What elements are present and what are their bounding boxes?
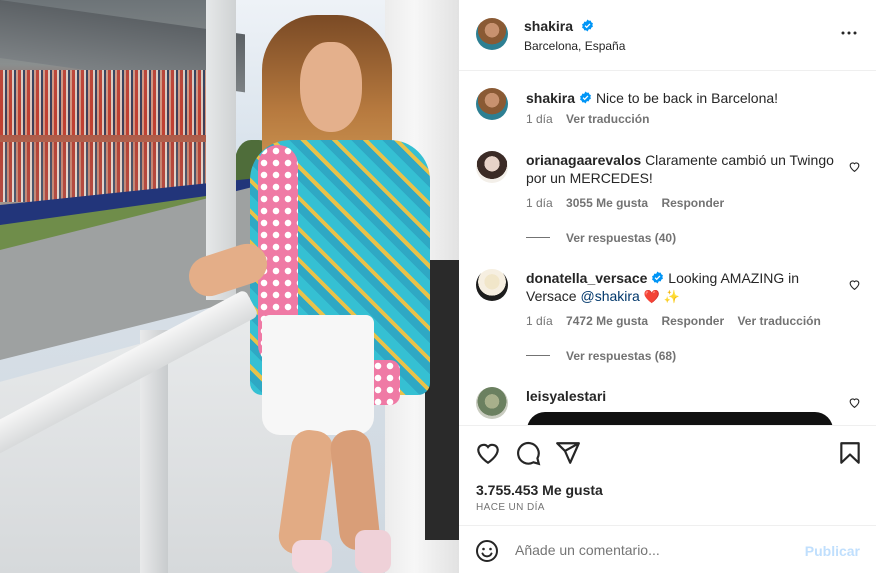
verified-badge-icon bbox=[580, 91, 591, 104]
replies-divider bbox=[526, 355, 550, 356]
timestamp[interactable]: 1 día bbox=[526, 196, 553, 210]
header-user: shakira bbox=[524, 18, 594, 34]
caption-text: Nice to be back in Barcelona! bbox=[595, 90, 779, 106]
comment-composer: Publicar bbox=[459, 525, 876, 573]
like-comment-icon[interactable] bbox=[848, 278, 861, 291]
comment-text-line: leisyalestari bbox=[526, 387, 842, 405]
timestamp[interactable]: 1 día bbox=[526, 314, 553, 328]
post-actions: 3.755.453 Me gusta HACE UN DÍA bbox=[459, 425, 876, 525]
comment-input[interactable] bbox=[515, 542, 775, 558]
caption-text-line: shakira Nice to be back in Barcelona! bbox=[526, 89, 842, 107]
avatar[interactable] bbox=[476, 269, 508, 301]
like-comment-icon[interactable] bbox=[848, 396, 861, 409]
reply-button[interactable]: Responder bbox=[661, 314, 724, 328]
mention-link[interactable]: @shakira bbox=[580, 288, 639, 304]
crowd-upper bbox=[0, 70, 210, 135]
like-comment-icon[interactable] bbox=[848, 160, 861, 173]
likes-count[interactable]: 3.755.453 Me gusta bbox=[476, 482, 603, 498]
comments-list[interactable]: shakira Nice to be back in Barcelona! 1 … bbox=[459, 71, 876, 425]
avatar[interactable] bbox=[476, 18, 508, 50]
post-panel: shakira Barcelona, España shakira Nice t… bbox=[459, 0, 876, 573]
person-face bbox=[300, 42, 362, 132]
share-icon[interactable] bbox=[555, 440, 581, 466]
username-link[interactable]: orianagaarevalos bbox=[526, 152, 641, 168]
like-icon[interactable] bbox=[475, 440, 501, 466]
post-header: shakira Barcelona, España bbox=[459, 0, 876, 71]
avatar[interactable] bbox=[476, 387, 508, 419]
timestamp[interactable]: 1 día bbox=[526, 112, 553, 126]
comment-icon[interactable] bbox=[515, 440, 541, 466]
person-skirt bbox=[262, 315, 374, 435]
person-shoe bbox=[355, 530, 391, 573]
comment-meta: 1 día 3055 Me gusta Responder bbox=[526, 196, 734, 210]
emoji-picker-icon[interactable] bbox=[475, 539, 499, 563]
person-shoe bbox=[292, 540, 332, 573]
post-timestamp[interactable]: HACE UN DÍA bbox=[476, 502, 545, 513]
likes-count[interactable]: 7472 Me gusta bbox=[566, 314, 648, 328]
avatar[interactable] bbox=[476, 88, 508, 120]
view-replies-button[interactable]: Ver respuestas (68) bbox=[526, 349, 676, 363]
emoji: ❤️ ✨ bbox=[643, 289, 680, 304]
reply-button[interactable]: Responder bbox=[661, 196, 724, 210]
post-comment-button[interactable]: Publicar bbox=[805, 543, 860, 559]
view-replies-label: Ver respuestas (40) bbox=[566, 231, 677, 245]
verified-badge-icon bbox=[652, 271, 664, 284]
view-replies-label: Ver respuestas (68) bbox=[566, 349, 677, 363]
username-link[interactable]: leisyalestari bbox=[526, 388, 606, 404]
comment-meta: 1 día 7472 Me gusta Responder Ver traduc… bbox=[526, 314, 831, 328]
location-link[interactable]: Barcelona, España bbox=[524, 39, 625, 53]
username-link[interactable]: shakira bbox=[524, 18, 573, 34]
view-replies-button[interactable]: Ver respuestas (40) bbox=[526, 231, 676, 245]
username-link[interactable]: donatella_versace bbox=[526, 270, 647, 286]
avatar[interactable] bbox=[476, 151, 508, 183]
translate-link[interactable]: Ver traducción bbox=[566, 112, 649, 126]
verified-badge-icon bbox=[582, 19, 593, 32]
username-link[interactable]: shakira bbox=[526, 90, 575, 106]
more-horizontal-icon bbox=[841, 31, 857, 35]
caption-meta: 1 día Ver traducción bbox=[526, 112, 659, 126]
post-image[interactable] bbox=[0, 0, 459, 573]
translate-link[interactable]: Ver traducción bbox=[737, 314, 820, 328]
wall-shadow bbox=[425, 260, 459, 540]
replies-divider bbox=[526, 237, 550, 238]
more-options-button[interactable] bbox=[840, 24, 858, 46]
comment-text-line: orianagaarevalos Claramente cambió un Tw… bbox=[526, 151, 842, 187]
likes-count[interactable]: 3055 Me gusta bbox=[566, 196, 648, 210]
comment-media-preview[interactable] bbox=[527, 412, 833, 425]
save-bookmark-icon[interactable] bbox=[837, 440, 863, 466]
comment-text-line: donatella_versace Looking AMAZING in Ver… bbox=[526, 269, 842, 306]
